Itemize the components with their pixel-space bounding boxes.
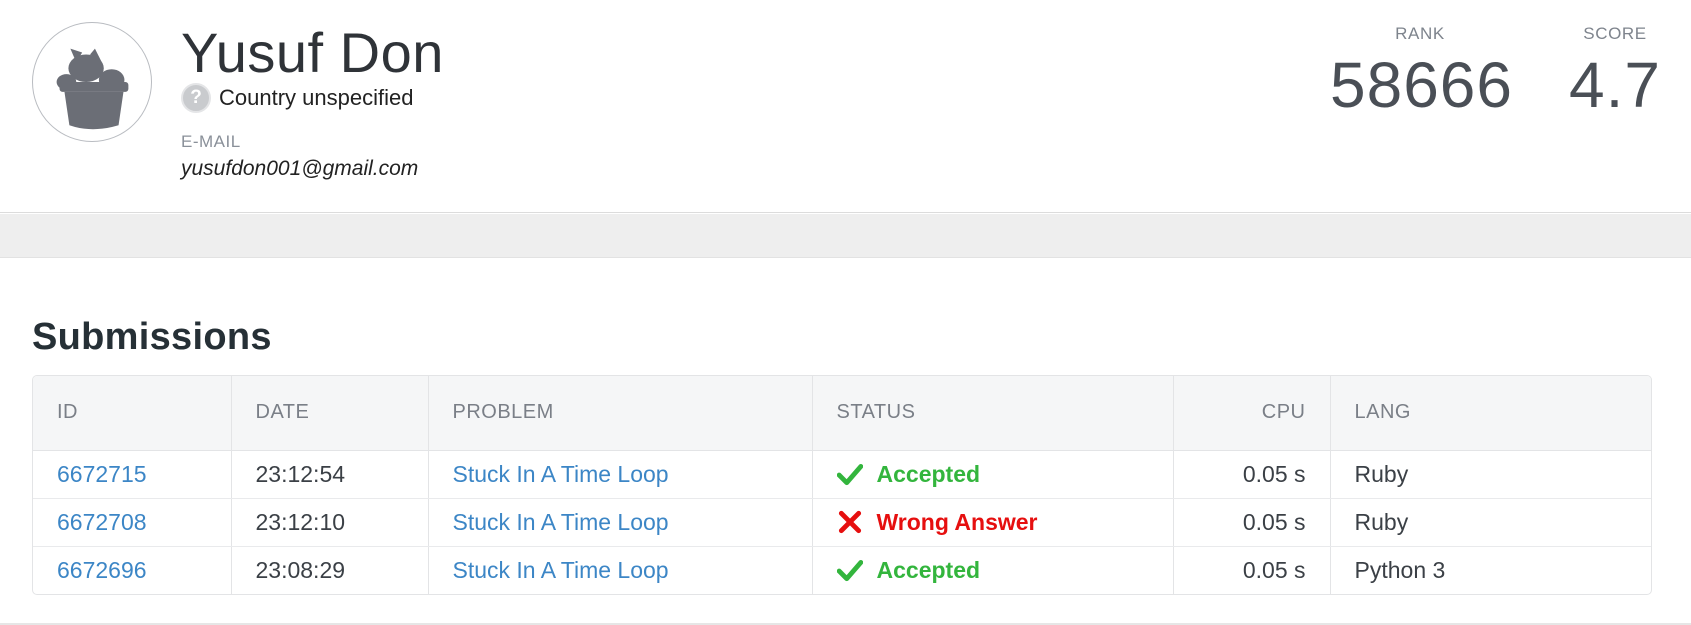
status-cell: Accepted	[836, 556, 1149, 584]
submissions-table: ID DATE PROBLEM STATUS CPU LANG 6672715 …	[32, 375, 1652, 595]
table-header-row: ID DATE PROBLEM STATUS CPU LANG	[33, 376, 1651, 451]
column-header-status[interactable]: STATUS	[812, 376, 1174, 451]
table-row: 6672715 23:12:54 Stuck In A Time Loop Ac…	[33, 450, 1651, 499]
submission-date: 23:08:29	[231, 546, 429, 594]
column-header-problem[interactable]: PROBLEM	[428, 376, 813, 451]
submission-id-link[interactable]: 6672696	[57, 557, 147, 583]
cpu-time: 0.05 s	[1173, 546, 1331, 594]
submissions-title: Submissions	[32, 316, 272, 358]
rank-value: 58666	[1330, 49, 1513, 121]
problem-link[interactable]: Stuck In A Time Loop	[453, 509, 669, 535]
email-value: yusufdon001@gmail.com	[181, 157, 419, 180]
rank-label: RANK	[1395, 24, 1445, 43]
submission-date: 23:12:10	[231, 498, 429, 547]
status-text: Accepted	[876, 556, 981, 583]
column-header-cpu[interactable]: CPU	[1173, 376, 1331, 451]
cat-silhouette-icon	[56, 48, 129, 130]
country-row: ? Country unspecified	[181, 82, 413, 114]
check-icon	[836, 560, 863, 582]
avatar	[32, 22, 152, 142]
column-header-lang[interactable]: LANG	[1330, 376, 1651, 451]
user-name: Yusuf Don	[181, 21, 444, 84]
column-header-id[interactable]: ID	[33, 376, 232, 451]
cpu-time: 0.05 s	[1173, 498, 1331, 547]
problem-link[interactable]: Stuck In A Time Loop	[453, 461, 669, 487]
score-stat: SCORE 4.7	[1565, 24, 1665, 122]
status-cell: Wrong Answer	[837, 509, 1149, 536]
submission-date: 23:12:54	[231, 450, 429, 499]
submission-id-link[interactable]: 6672715	[57, 461, 147, 487]
check-icon	[836, 463, 863, 486]
status-text: Accepted	[876, 460, 981, 487]
country-label: Country unspecified	[219, 85, 414, 110]
language: Python 3	[1354, 556, 1446, 583]
column-header-date[interactable]: DATE	[231, 376, 429, 451]
table-row: 6672696 23:08:29 Stuck In A Time Loop Ac…	[33, 546, 1651, 594]
table-row: 6672708 23:12:10 Stuck In A Time Loop Wr…	[33, 498, 1651, 547]
language: Ruby	[1330, 498, 1651, 547]
score-value: 4.7	[1569, 49, 1661, 121]
email-label: E-MAIL	[181, 132, 241, 151]
problem-link[interactable]: Stuck In A Time Loop	[453, 557, 669, 583]
status-text: Wrong Answer	[876, 508, 1038, 535]
rank-stat: RANK 58666	[1330, 24, 1513, 122]
language: Ruby	[1330, 450, 1651, 499]
status-cell: Accepted	[836, 460, 1149, 488]
unknown-flag-icon: ?	[181, 83, 211, 113]
cross-icon	[838, 510, 861, 534]
profile-header: Yusuf Don ? Country unspecified E-MAIL y…	[0, 0, 1691, 213]
submission-id-link[interactable]: 6672708	[57, 509, 147, 535]
score-label: SCORE	[1583, 24, 1647, 43]
cpu-time: 0.05 s	[1173, 450, 1331, 499]
divider-band	[0, 214, 1691, 258]
